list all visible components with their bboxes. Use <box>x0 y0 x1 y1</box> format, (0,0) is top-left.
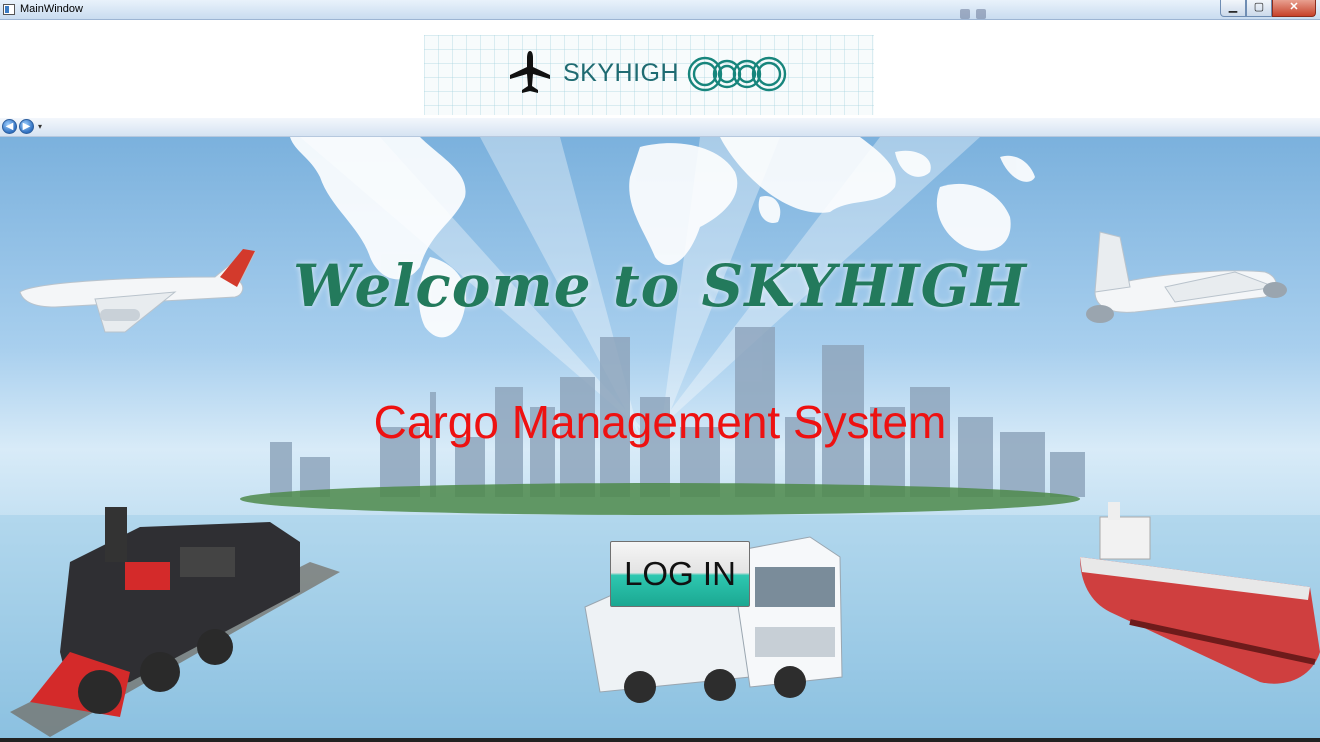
app-window-icon <box>3 4 15 15</box>
main-panel: Welcome to SKYHIGH Cargo Management Syst… <box>0 137 1320 738</box>
navigation-bar: ◀ ▶ ▾ <box>0 118 1320 137</box>
logo-text: SKYHIGH <box>563 59 680 87</box>
login-button[interactable]: LOG IN <box>610 541 750 607</box>
maximize-button[interactable]: ▢ <box>1246 0 1272 17</box>
window-titlebar[interactable]: MainWindow ▁ ▢ ✕ <box>0 0 1320 20</box>
taskbar-tray-icons <box>960 4 1020 19</box>
welcome-heading: Welcome to SKYHIGH <box>293 252 1027 320</box>
logo-banner: SKYHIGH <box>424 35 874 115</box>
window-bottom-edge <box>0 738 1320 742</box>
back-arrow-icon[interactable]: ◀ <box>2 119 17 134</box>
window-controls: ▁ ▢ ✕ <box>1220 0 1316 18</box>
close-button[interactable]: ✕ <box>1272 0 1316 17</box>
window-title: MainWindow <box>20 3 83 15</box>
minimize-button[interactable]: ▁ <box>1220 0 1246 17</box>
history-dropdown-icon[interactable]: ▾ <box>38 122 42 131</box>
header: SKYHIGH <box>0 20 1320 118</box>
forward-arrow-icon[interactable]: ▶ <box>19 119 34 134</box>
rings-logo-icon <box>687 56 787 92</box>
tree-line <box>240 483 1080 515</box>
system-subtitle: Cargo Management System <box>373 396 947 448</box>
airplane-icon <box>510 51 550 93</box>
